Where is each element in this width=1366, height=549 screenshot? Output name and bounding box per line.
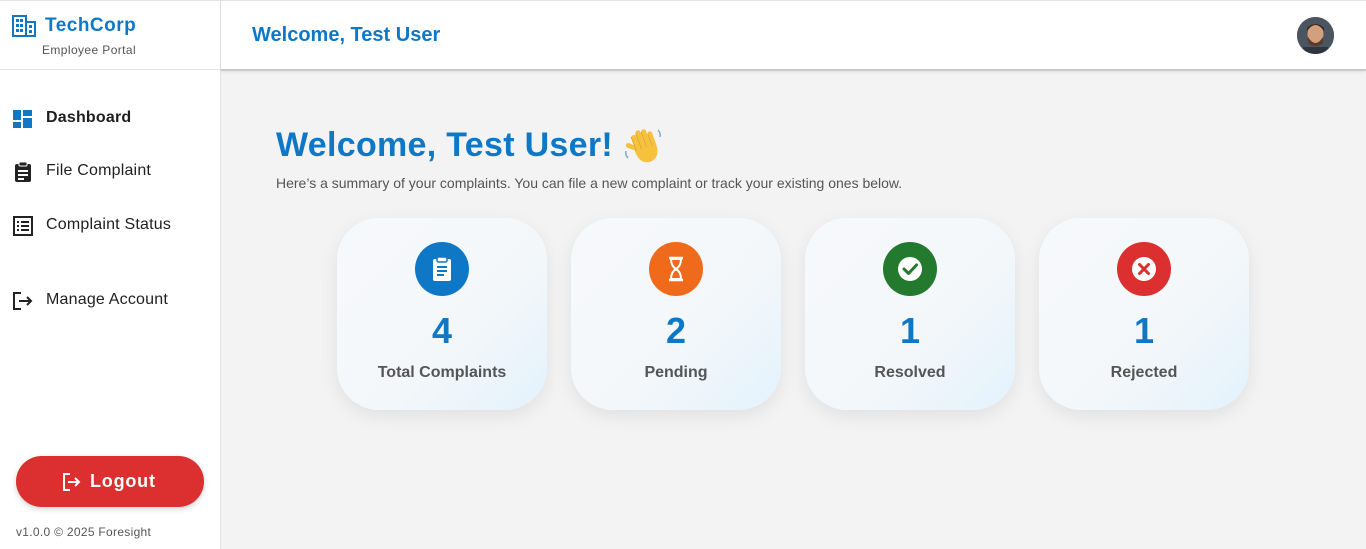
list-icon — [13, 216, 33, 236]
sidebar-item-label: Manage Account — [46, 291, 168, 308]
avatar[interactable] — [1297, 17, 1334, 54]
logout-label: Logout — [90, 471, 156, 491]
stat-card-resolved: 1 Resolved — [805, 218, 1015, 410]
building-icon — [12, 15, 36, 37]
stat-icon-container — [883, 242, 937, 296]
top-header: Welcome, Test User — [221, 0, 1366, 71]
stat-label: Rejected — [1110, 364, 1178, 381]
sidebar: TechCorp Employee Portal Dashboard File … — [0, 0, 221, 549]
stat-icon-container — [1117, 242, 1171, 296]
logout-button[interactable]: Logout — [16, 456, 204, 507]
stat-label: Resolved — [874, 364, 946, 381]
stat-card-rejected: 1 Rejected — [1039, 218, 1249, 410]
clipboard-icon — [433, 256, 451, 281]
sidebar-item-label: Complaint Status — [46, 216, 172, 233]
exit-icon — [13, 292, 33, 310]
clipboard-icon — [15, 161, 31, 182]
stat-value: 1 — [899, 310, 921, 351]
header-title: Welcome, Test User — [252, 24, 441, 46]
page-subtitle: Here’s a summary of your complaints. You… — [276, 175, 903, 191]
stat-icon-container — [649, 242, 703, 296]
sidebar-item-manage-account[interactable]: Manage Account — [0, 281, 220, 321]
avatar-image — [1297, 17, 1334, 54]
stat-value: 1 — [1133, 310, 1155, 351]
x-circle-icon — [1132, 257, 1156, 281]
brand-name: TechCorp — [45, 15, 137, 36]
stat-label: Total Complaints — [377, 364, 507, 381]
check-circle-icon — [898, 257, 922, 281]
waving-hand-icon — [625, 129, 661, 163]
version-text: v1.0.0 © 2025 Foresight — [16, 525, 152, 539]
stat-card-pending: 2 Pending — [571, 218, 781, 410]
stat-value: 4 — [431, 310, 453, 351]
stat-value: 2 — [665, 310, 687, 351]
hourglass-icon — [669, 256, 683, 282]
page-title: Welcome, Test User! — [276, 126, 614, 164]
logout-icon — [63, 473, 81, 491]
sidebar-item-label: File Complaint — [46, 162, 152, 179]
sidebar-item-complaint-status[interactable]: Complaint Status — [0, 206, 220, 246]
brand-subtitle: Employee Portal — [42, 43, 137, 57]
sidebar-item-dashboard[interactable]: Dashboard — [0, 99, 220, 139]
brand: TechCorp Employee Portal — [0, 1, 220, 70]
sidebar-item-label: Dashboard — [46, 109, 132, 126]
dashboard-icon — [13, 110, 32, 128]
stat-card-total: 4 Total Complaints — [337, 218, 547, 410]
stat-label: Pending — [644, 364, 708, 381]
stat-icon-container — [415, 242, 469, 296]
sidebar-item-file-complaint[interactable]: File Complaint — [0, 152, 220, 192]
